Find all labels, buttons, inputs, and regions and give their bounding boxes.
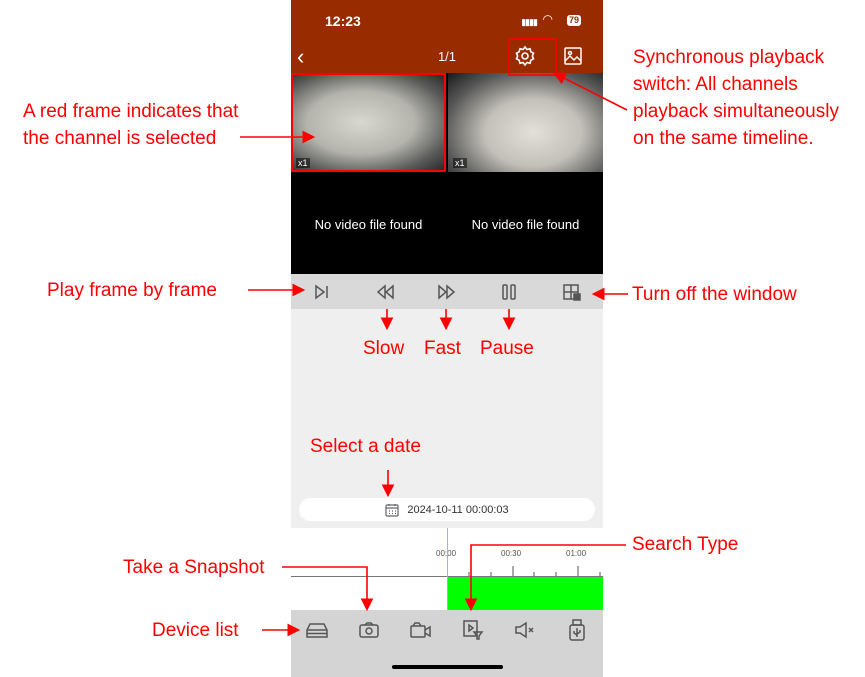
- gear-icon[interactable]: [513, 44, 537, 68]
- annotation-snapshot: Take a Snapshot: [123, 557, 265, 578]
- timeline[interactable]: 00:00 00:30 01:00: [291, 528, 603, 610]
- channel-3[interactable]: No video file found: [291, 174, 446, 275]
- device-list-icon[interactable]: [305, 618, 329, 642]
- channel-4[interactable]: No video file found: [448, 174, 603, 275]
- no-video-message: No video file found: [314, 217, 423, 232]
- usb-icon[interactable]: [565, 618, 589, 642]
- pause-icon[interactable]: [497, 280, 521, 304]
- camera-icon[interactable]: [357, 618, 381, 642]
- recording-segment: [447, 577, 603, 610]
- nav-bar: ‹ 1/1: [291, 40, 603, 73]
- frame-step-icon[interactable]: [310, 280, 334, 304]
- annotation-selected: A red frame indicates that the channel i…: [23, 101, 239, 149]
- battery-indicator: 79: [566, 15, 581, 26]
- annotation-search: Search Type: [632, 534, 739, 555]
- annotation-slow: Slow: [363, 338, 405, 359]
- annotation-fast: Fast: [424, 338, 461, 359]
- tick-label: 00:30: [501, 549, 522, 558]
- calendar-icon: [385, 503, 399, 517]
- annotation-sync: Synchronous playback switch: All channel…: [633, 47, 839, 149]
- fast-icon[interactable]: [435, 280, 459, 304]
- video-record-icon[interactable]: [409, 618, 433, 642]
- annotation-frame: Play frame by frame: [47, 280, 217, 301]
- speed-label: x1: [296, 158, 310, 168]
- playback-controls: [291, 274, 603, 309]
- signal-icon: ▮▮▮▮: [521, 17, 538, 27]
- window-off-icon[interactable]: [560, 280, 584, 304]
- status-time: 12:23: [325, 13, 361, 29]
- search-type-icon[interactable]: [461, 618, 485, 642]
- home-indicator: [392, 665, 503, 669]
- annotation-pause: Pause: [480, 338, 534, 359]
- mute-icon[interactable]: [513, 618, 537, 642]
- page-title: 1/1: [437, 49, 457, 64]
- channel-2[interactable]: x1: [448, 73, 603, 172]
- speed-label: x1: [453, 158, 467, 168]
- video-grid: x1 x1 No video file found No video file …: [291, 73, 603, 275]
- no-video-message: No video file found: [471, 217, 580, 232]
- annotation-date: Select a date: [310, 436, 421, 457]
- date-value: 2024-10-11 00:00:03: [407, 503, 509, 516]
- annotation-window: Turn off the window: [632, 284, 797, 305]
- date-selector[interactable]: 2024-10-11 00:00:03: [299, 498, 595, 521]
- annotation-device: Device list: [152, 620, 239, 641]
- tick-label: 01:00: [566, 549, 587, 558]
- channel-1[interactable]: x1: [291, 73, 446, 172]
- wifi-icon: ◠: [542, 12, 553, 26]
- slow-icon[interactable]: [373, 280, 397, 304]
- status-bar: 12:23 ▮▮▮▮ ◠ 79: [291, 0, 603, 40]
- image-icon[interactable]: [563, 46, 583, 66]
- timeline-cursor[interactable]: [447, 528, 448, 610]
